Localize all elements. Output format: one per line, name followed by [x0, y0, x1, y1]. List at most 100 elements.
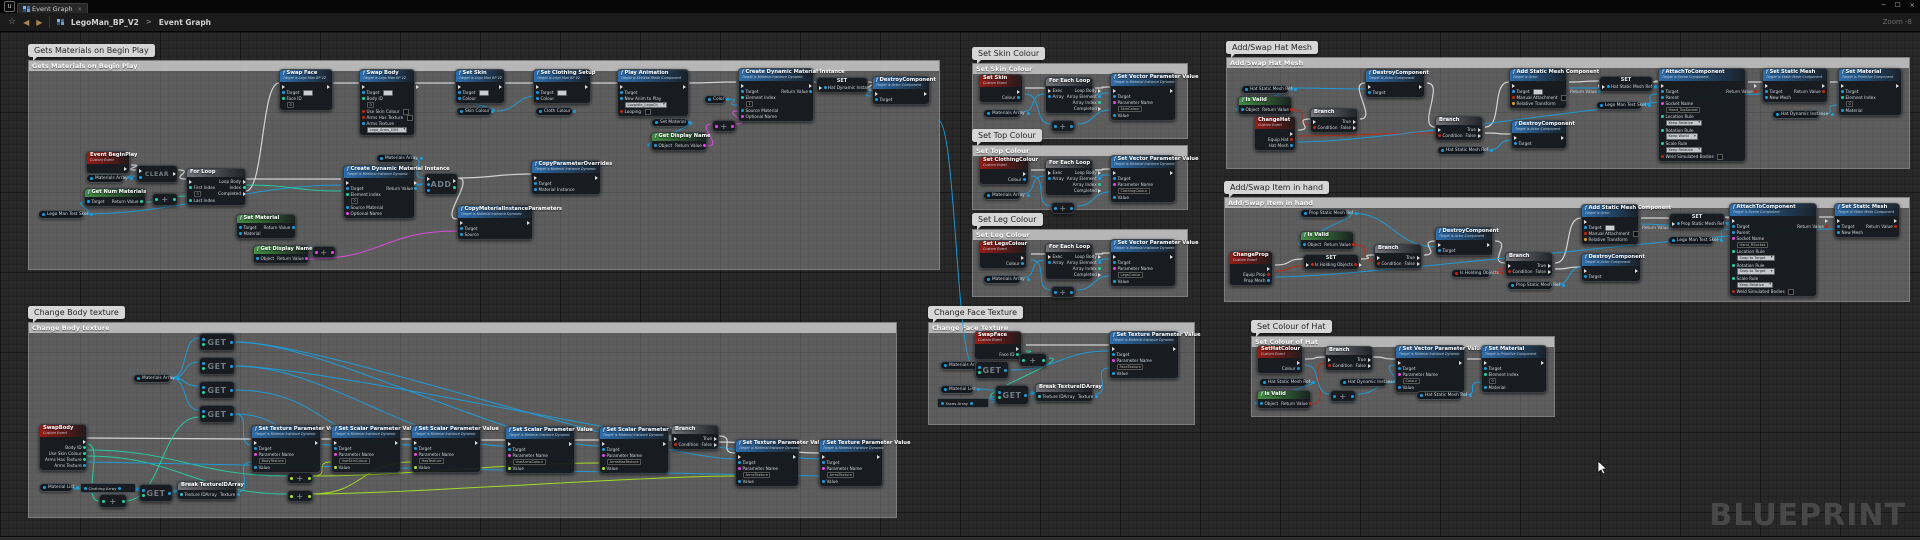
node-break-textureidarray[interactable]: Break TextureIDArray Texture IDArray Textu… — [1035, 383, 1102, 402]
node-[interactable]: + — [152, 193, 178, 206]
variable-pill-color[interactable]: Color — [704, 95, 730, 104]
node-[interactable]: + — [312, 246, 336, 258]
variable-pill-set-material[interactable]: Set Material — [651, 118, 691, 127]
node-set-scalar-parameter-value[interactable]: f Set Scalar Parameter Value Target is Mat… — [411, 425, 499, 473]
graph-canvas[interactable]: BLUEPRINT Gets Materials on Begin Play Ge… — [0, 32, 1920, 537]
node-set-texture-parameter-value[interactable]: f Set Texture Parameter Value Target is Ma… — [251, 425, 343, 473]
node-swapbody[interactable]: SwapBody Custom Event Body ID Use Skin Colo… — [39, 424, 87, 471]
node-[interactable]: + — [712, 120, 736, 132]
node-is-valid[interactable]: f Is Valid Object Return Value — [1300, 231, 1356, 250]
variable-pill-materials-array[interactable]: Materials Array — [133, 374, 180, 383]
node-[interactable]: + — [1330, 390, 1356, 402]
node-changeprop[interactable]: ChangeProp Custom Event Equip Prop Prop Mes… — [1229, 251, 1273, 286]
node-[interactable]: + — [287, 490, 313, 502]
node-set-scalar-parameter-value[interactable]: f Set Scalar Parameter Value Target is Mat… — [331, 425, 419, 473]
variable-pill-hat-dynamic-instance[interactable]: Hat Dynamic Instance — [1339, 378, 1401, 387]
node-copymaterialinstanceparameters[interactable]: f CopyMaterialInstanceParameters Target is… — [457, 205, 562, 240]
variable-pill-hat-dynamic-instance[interactable]: Hat Dynamic Instance — [1772, 110, 1834, 119]
node-swap-body[interactable]: f Swap Body Target is Lego Man BP V2 Target… — [359, 69, 419, 137]
node-[interactable]: + — [1051, 286, 1075, 298]
node-break-textureidarray[interactable]: Break TextureIDArray Texture IDArray Textu… — [177, 481, 244, 500]
node-add[interactable]: ADD — [424, 173, 458, 195]
node-branch[interactable]: Branch Condition True False — [1505, 252, 1553, 277]
node-get[interactable]: GET — [199, 333, 235, 351]
node-set-static-mesh[interactable]: f Set Static Mesh Target is Static Mesh Co… — [1762, 68, 1828, 103]
node-for-loop[interactable]: For Loop First Index 0 Last Index Loop Body I… — [186, 168, 246, 206]
node-[interactable]: + — [1019, 353, 1047, 367]
node-set-vector-parameter-value[interactable]: f Set Vector Parameter Value Target is Mat… — [1110, 239, 1198, 287]
variable-pill-material-list[interactable]: Material List — [39, 483, 80, 492]
variable-pill-skin-colour[interactable]: Skin Colour — [456, 107, 495, 116]
node-set-vector-parameter-value[interactable]: f Set Vector Parameter Value Target is Mat… — [1110, 155, 1198, 203]
node-set-prop-static-mesh-ref[interactable]: SET Prop Static Mesh Ref — [1669, 213, 1734, 229]
node-set-is-holding-objects[interactable]: SET Is Holding Objects — [1303, 254, 1362, 270]
node-get[interactable]: GET — [199, 381, 235, 399]
node-for-each-loop[interactable]: For Each Loop Exec Array Loop Body Array Ele… — [1045, 77, 1102, 114]
node-set-skin[interactable]: Set Skin Custom Event Colour — [979, 74, 1023, 103]
variable-pill-is-holding-objects[interactable]: Is Holding Objects — [1451, 269, 1504, 278]
node-branch[interactable]: Branch Condition True False — [1325, 346, 1373, 371]
node-branch[interactable]: Branch Condition True False — [1374, 244, 1422, 269]
node-play-animation[interactable]: f Play Animation Target is Skeletal Mesh C… — [617, 69, 689, 117]
variable-pill-lego-man-test-skel[interactable]: Lego Man Test Skel — [1668, 236, 1723, 245]
node-set-texture-parameter-value[interactable]: f Set Texture Parameter Value Target is Ma… — [819, 439, 911, 487]
node-set-vector-parameter-value[interactable]: f Set Vector Parameter Value Target is Mat… — [1395, 345, 1483, 393]
node-set-legscolour[interactable]: Set LegsColour Custom Event Colour — [979, 240, 1027, 269]
variable-pill-materials-array[interactable]: Materials Array — [86, 174, 133, 183]
node-event-beginplay[interactable]: Event BeginPlay Custom Event — [86, 151, 137, 174]
node-for-each-loop[interactable]: For Each Loop Exec Array Loop Body Array Ele… — [1045, 159, 1102, 196]
node-attachtocomponent[interactable]: f AttachToComponent Target is Scene Compon… — [1729, 203, 1829, 297]
variable-pill-cloth-colour[interactable]: Cloth Colour — [535, 107, 576, 116]
minimize-button[interactable]: ─ — [1882, 1, 1886, 9]
node-get[interactable]: GET — [199, 405, 235, 423]
node-branch[interactable]: Branch Condition True False — [1310, 108, 1358, 133]
node-set-hat-static-mesh-ref[interactable]: SET Hat Static Mesh Ref — [1599, 76, 1662, 92]
variable-pill-materials-array[interactable]: Materials Array — [376, 154, 423, 163]
node-swap-face[interactable]: f Swap Face Target is Lego Man BP V2 Target… — [279, 69, 333, 111]
variable-pill-materials-array[interactable]: Materials Array — [983, 275, 1030, 284]
node-attachtocomponent[interactable]: f AttachToComponent Target is Scene Compon… — [1658, 68, 1758, 162]
node-get[interactable]: GET — [975, 361, 1009, 379]
close-button[interactable]: × — [1910, 1, 1915, 9]
maximize-button[interactable]: ☐ — [1895, 1, 1901, 9]
node-add-static-mesh-component[interactable]: f Add Static Mesh Component Target is Acto… — [1509, 68, 1602, 109]
node-set-hat-dynamic-instance[interactable]: SET Hat Dynamic Instance — [816, 77, 884, 93]
node-destroycomponent[interactable]: f DestroyComponent Target is Actor Compone… — [1581, 253, 1645, 282]
node-get-display-name[interactable]: f Get Display Name Object Return Value — [253, 245, 313, 264]
node-set-vector-parameter-value[interactable]: f Set Vector Parameter Value Target is Mat… — [1110, 73, 1198, 121]
node-create-dynamic-material-instance[interactable]: f Create Dynamic Material Instance Target … — [738, 68, 845, 122]
variable-pill-lego-man-test-skel[interactable]: Lego Man Test Skel — [1596, 101, 1651, 110]
node-create-dynamic-material-instance[interactable]: f Create Dynamic Material Instance Target … — [343, 165, 450, 219]
node-set-scalar-parameter-value[interactable]: f Set Scalar Parameter Value Target is Mat… — [599, 426, 687, 474]
node-set-scalar-parameter-value[interactable]: f Set Scalar Parameter Value Target is Mat… — [505, 426, 593, 474]
node-destroycomponent[interactable]: f DestroyComponent Target is Actor Compone… — [1435, 227, 1499, 256]
node-[interactable]: + — [1051, 120, 1075, 132]
node-set-material[interactable]: f Set Material Target Material Return Value — [236, 214, 296, 239]
node-swapface[interactable]: SwapFace Custom Event Face ID — [974, 331, 1022, 360]
node-set-material[interactable]: f Set Material Target is Primitive Compone… — [1838, 68, 1902, 116]
node-[interactable]: + — [1051, 202, 1075, 214]
node-set-clothing-setup[interactable]: f Set Clothing Setup Target is Lego Man BP… — [533, 69, 595, 104]
node-destroycomponent[interactable]: f DestroyComponent Target is Actor Compone… — [1511, 120, 1575, 149]
node-sethatcolour[interactable]: SetHatColour Custom Event Colour — [1257, 345, 1303, 374]
node-changehat[interactable]: ChangeHat Custom Event Equip Hat Hat Mesh — [1254, 116, 1296, 151]
node-get[interactable]: GET — [199, 357, 235, 375]
node-copyparameteroverrides[interactable]: f CopyParameterOverrides Target is Materia… — [531, 160, 612, 195]
back-arrow-icon[interactable]: ◀ — [23, 18, 29, 27]
node-set-material[interactable]: f Set Material Target is Primitive Compone… — [1481, 345, 1547, 393]
node-set-skin[interactable]: f Set Skin Target is Lego Man BP V2 Target C… — [455, 69, 505, 104]
node-is-valid[interactable]: f Is Valid Object Return Value — [1238, 96, 1294, 115]
node-get[interactable]: GET — [995, 385, 1029, 405]
forward-arrow-icon[interactable]: ▶ — [36, 18, 42, 27]
node-[interactable]: + — [287, 472, 313, 484]
node-set-texture-parameter-value[interactable]: f Set Texture Parameter Value Target is Ma… — [735, 439, 827, 487]
variable-pill-clothing-array[interactable]: Clothing Array — [80, 483, 136, 493]
node-get[interactable]: GET — [139, 484, 173, 502]
variable-pill-prop-static-mesh-ref[interactable]: Prop Static Mesh Ref — [1300, 209, 1359, 218]
favorite-star-icon[interactable]: ☆ — [8, 17, 16, 27]
node-set-clothingcolour[interactable]: Set ClothingColour Custom Event Colour — [979, 156, 1038, 185]
variable-pill-materials-array[interactable]: Materials Array — [983, 109, 1030, 118]
variable-pill-hat-static-mesh-ref[interactable]: Hat Static Mesh Ref — [1241, 85, 1298, 94]
variable-pill-hat-static-mesh-ref[interactable]: Hat Static Mesh Ref — [1259, 378, 1316, 387]
variable-pill-prop-static-mesh-ref[interactable]: Prop Static Mesh Ref — [1507, 281, 1566, 290]
